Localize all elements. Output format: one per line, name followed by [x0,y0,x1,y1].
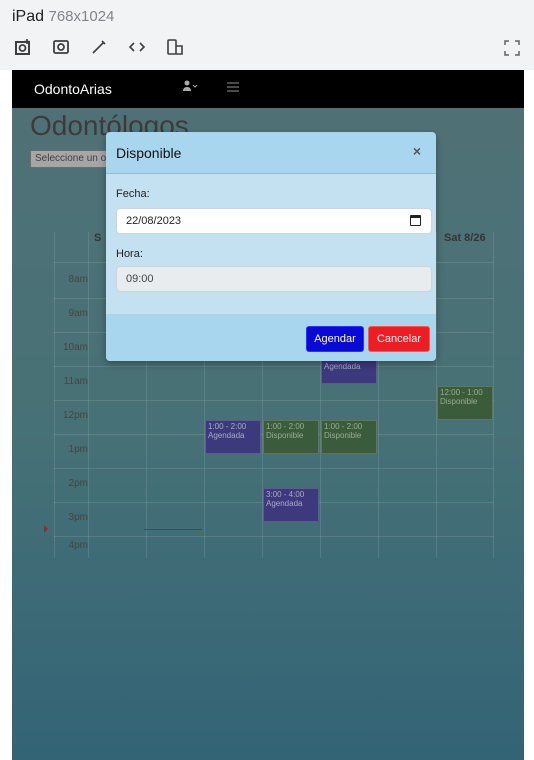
user-menu-toggle[interactable] [182,80,198,95]
date-field[interactable]: 22/08/2023 [116,208,432,234]
rotate-device-icon[interactable] [164,36,186,58]
menu-icon[interactable] [227,80,239,95]
device-dimensions: 768x1024 [48,8,115,25]
modal-body: Fecha: 22/08/2023 Hora: 09:00 [106,174,436,314]
availability-modal: Disponible × Fecha: 22/08/2023 Hora: 09:… [106,132,436,361]
eyedropper-icon[interactable] [88,36,110,58]
modal-title: Disponible [116,145,182,161]
fecha-label: Fecha: [116,188,150,200]
time-value: 09:00 [126,273,154,285]
navbar: OdontoArias [12,70,524,108]
hora-label: Hora: [116,248,143,260]
date-value: 22/08/2023 [126,215,182,227]
modal-footer: Agendar Cancelar [106,314,436,361]
device-toolbar: iPad 768x1024 [0,0,534,70]
close-icon[interactable]: × [410,143,424,159]
brand-link[interactable]: OdontoArias [34,81,112,97]
user-icon [183,80,198,91]
camera-icon[interactable] [50,36,72,58]
agendar-button[interactable]: Agendar [306,326,364,352]
calendar-icon[interactable] [410,215,421,226]
device-name: iPad [12,8,45,25]
time-field[interactable]: 09:00 [116,266,432,292]
modal-header: Disponible × [106,132,436,174]
fullscreen-icon[interactable] [504,40,520,56]
screenshot-icon[interactable] [12,36,34,58]
cancelar-button[interactable]: Cancelar [368,326,430,352]
device-viewport: OdontoArias Odontólogos Seleccione un od… [12,70,524,760]
device-title: iPad 768x1024 [12,8,114,26]
device-tools [12,36,186,58]
code-icon[interactable] [126,36,148,58]
